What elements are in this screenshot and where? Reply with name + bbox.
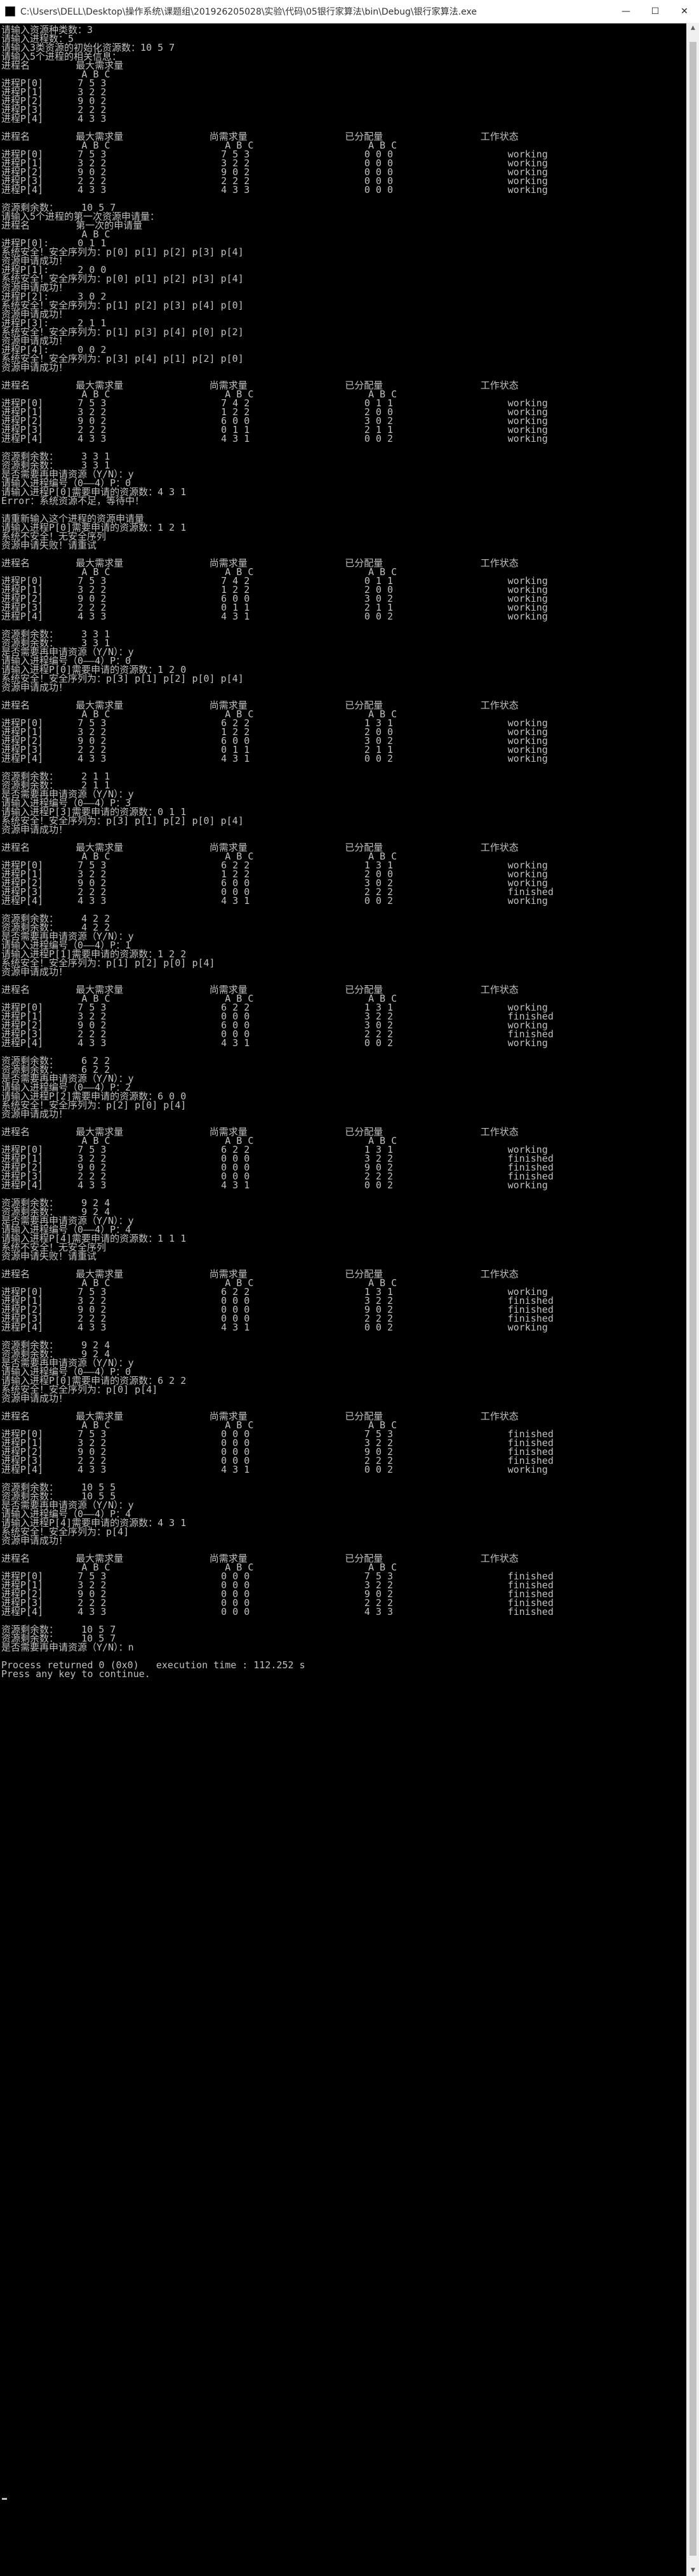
console-line: 进程P[4] 4 3 3 bbox=[1, 113, 107, 124]
console-line: 进程P[4] 4 3 3 4 3 1 0 0 2 working bbox=[1, 1464, 548, 1475]
console-line: 进程P[4] 4 3 3 4 3 1 0 0 2 working bbox=[1, 753, 548, 764]
scroll-down-arrow-icon[interactable]: ▼ bbox=[687, 2565, 699, 2576]
console-line: 资源申请成功！ bbox=[1, 1393, 69, 1404]
console-line: 进程P[4] 4 3 3 4 3 3 0 0 0 working bbox=[1, 184, 548, 196]
console-line: 进程P[4] 4 3 3 4 3 1 0 0 2 working bbox=[1, 895, 548, 906]
console-line: 进程P[4] 4 3 3 0 0 0 4 3 3 finished bbox=[1, 1606, 554, 1617]
console-line: 资源申请成功！ bbox=[1, 966, 69, 978]
console-text: 请输入资源种类数：3 请输入进程数：5 请输入3类资源的初始化资源数：10 5 … bbox=[0, 23, 687, 1680]
console-line: 是否需要再申请资源（Y/N）：n bbox=[1, 1642, 134, 1653]
close-button[interactable]: ✕ bbox=[670, 0, 699, 23]
text-cursor bbox=[2, 2498, 7, 2500]
console-line: 资源申请失败！请重试 bbox=[1, 1251, 97, 1262]
window-controls: — ☐ ✕ bbox=[611, 0, 699, 23]
window-title: C:\Users\DELL\Desktop\操作系统\课题组\201926205… bbox=[20, 7, 477, 17]
scrollbar-thumb[interactable] bbox=[689, 42, 696, 2556]
console-line: 资源申请失败！请重试 bbox=[1, 540, 97, 551]
console-line: 进程P[4] 4 3 3 4 3 1 0 0 2 working bbox=[1, 611, 548, 622]
console-line: 进程P[4] 4 3 3 4 3 1 0 0 2 working bbox=[1, 1322, 548, 1333]
console-line: 资源申请成功！ bbox=[1, 682, 69, 693]
minimize-button[interactable]: — bbox=[611, 0, 641, 23]
window-titlebar: C:\Users\DELL\Desktop\操作系统\课题组\201926205… bbox=[0, 0, 699, 23]
console-line: 进程P[4] 4 3 3 4 3 1 0 0 2 working bbox=[1, 1179, 548, 1191]
vertical-scrollbar[interactable]: ▲ ▼ bbox=[686, 23, 699, 2576]
console-line: 资源申请成功！ bbox=[1, 824, 69, 835]
console-line: Error：系统资源不足，等待中！ bbox=[1, 495, 145, 507]
console-line: 进程P[4] 4 3 3 4 3 1 0 0 2 working bbox=[1, 433, 548, 444]
console-line: 资源申请成功！ bbox=[1, 1535, 69, 1546]
console-line: 资源申请成功！ bbox=[1, 362, 69, 373]
console-line: Press any key to continue. bbox=[1, 1668, 150, 1680]
console-line: 进程P[4] 4 3 3 4 3 1 0 0 2 working bbox=[1, 1037, 548, 1049]
maximize-button[interactable]: ☐ bbox=[641, 0, 670, 23]
console-line: 资源申请成功！ bbox=[1, 1108, 69, 1120]
scroll-up-arrow-icon[interactable]: ▲ bbox=[687, 23, 699, 34]
console-app-icon bbox=[5, 6, 15, 17]
console-output-area[interactable]: 请输入资源种类数：3 请输入进程数：5 请输入3类资源的初始化资源数：10 5 … bbox=[0, 23, 687, 2576]
